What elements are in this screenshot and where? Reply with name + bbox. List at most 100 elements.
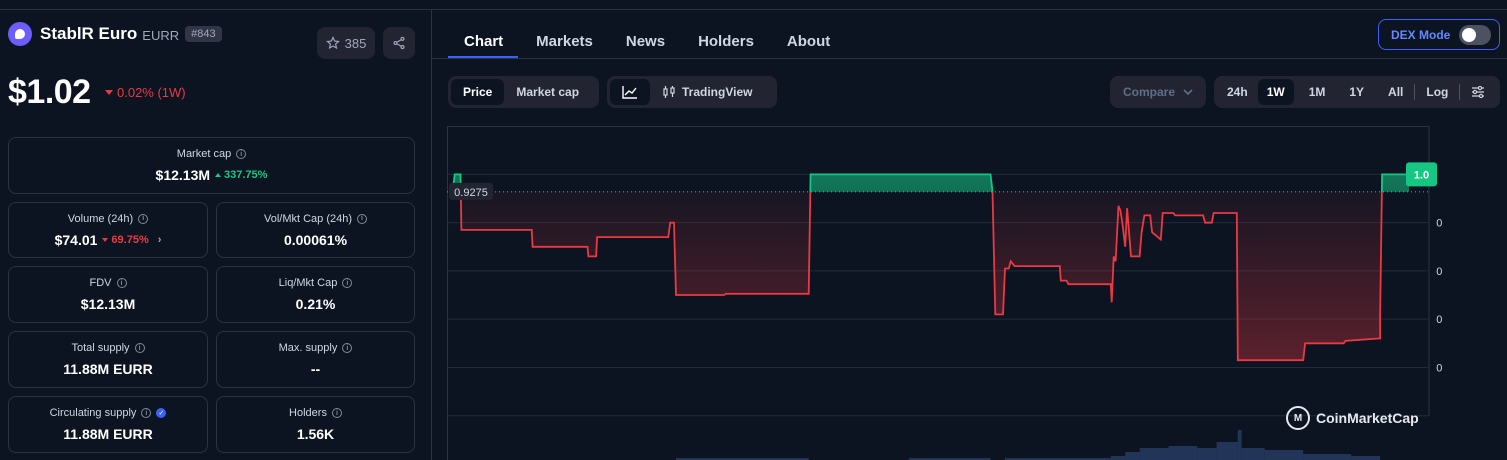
info-icon[interactable]: i xyxy=(342,343,353,353)
range-1y-button[interactable]: 1Y xyxy=(1340,79,1373,105)
volume-bar xyxy=(1216,442,1238,460)
info-icon[interactable]: i xyxy=(141,408,152,418)
info-icon[interactable]: i xyxy=(134,343,145,353)
volume-label: Volume (24h) xyxy=(67,212,134,225)
volume-change: 69.75% xyxy=(111,233,149,246)
total-supply-label: Total supply xyxy=(71,342,130,354)
vol-mkt-cap-label: Vol/Mkt Cap (24h) xyxy=(263,212,353,225)
holders-card: Holders i 1.56K xyxy=(216,396,415,453)
fdv-label: FDV xyxy=(89,277,112,289)
info-icon[interactable]: i xyxy=(236,149,247,159)
dex-mode-toggle[interactable]: DEX Mode xyxy=(1378,19,1500,50)
watermark: M CoinMarketCap xyxy=(1286,406,1419,430)
current-price-label: 1.0 xyxy=(1414,169,1429,181)
total-supply-card: Total supply i 11.88M EURR xyxy=(8,331,208,388)
max-supply-card: Max. supply i -- xyxy=(216,331,415,388)
up-triangle-icon xyxy=(215,173,222,177)
coin-price: $1.02 xyxy=(8,73,91,111)
tab-news[interactable]: News xyxy=(626,33,665,59)
tabs-divider xyxy=(432,58,1507,59)
compare-dropdown[interactable]: Compare xyxy=(1110,76,1206,108)
volume-bar xyxy=(1139,448,1169,460)
liq-mkt-cap-card: Liq/Mkt Cap i 0.21% xyxy=(216,266,415,323)
circulating-supply-card: Circulating supply i ✓ 11.88M EURR xyxy=(8,396,208,453)
info-icon[interactable]: i xyxy=(342,278,353,288)
coin-logo xyxy=(8,22,32,46)
watchlist-count: 385 xyxy=(344,35,367,51)
range-1m-button[interactable]: 1M xyxy=(1300,79,1335,105)
volume-bar xyxy=(1110,456,1126,460)
time-range-selector: 24h 1W 1M 1Y All Log xyxy=(1214,76,1500,108)
log-scale-button[interactable]: Log xyxy=(1417,79,1457,105)
circulating-supply-label: Circulating supply xyxy=(49,407,137,419)
down-triangle-icon xyxy=(105,90,113,95)
market-cap-label: Market cap xyxy=(176,148,232,160)
line-chart-icon xyxy=(622,86,637,99)
volume-value: $74.01 xyxy=(54,231,98,248)
dex-mode-label: DEX Mode xyxy=(1391,27,1451,42)
line-chart-button[interactable] xyxy=(610,79,650,105)
price-change: 0.02% (1W) xyxy=(105,85,186,100)
tab-about[interactable]: About xyxy=(787,33,830,59)
volume-bar xyxy=(1197,448,1217,460)
baseline-label: 0.9275 xyxy=(454,187,488,199)
coinmarketcap-logo-icon: M xyxy=(1286,406,1310,430)
market-cap-button[interactable]: Market cap xyxy=(504,79,591,105)
star-icon xyxy=(325,36,340,50)
y-tick-label: 0.60 xyxy=(1436,266,1443,278)
y-tick-label: 0.80 xyxy=(1436,218,1443,230)
volume-bar xyxy=(1125,452,1140,460)
tab-markets[interactable]: Markets xyxy=(536,33,593,59)
market-cap-card: Market cap i $12.13M 337.75% xyxy=(8,137,415,194)
max-supply-value: -- xyxy=(310,361,321,377)
range-1w-button[interactable]: 1W xyxy=(1257,79,1294,105)
watchlist-button[interactable]: 385 xyxy=(317,27,375,59)
range-divider xyxy=(1414,84,1416,100)
chart-settings-button[interactable] xyxy=(1462,79,1494,105)
coin-symbol: EURR xyxy=(142,27,180,43)
range-divider xyxy=(1459,84,1461,100)
chevron-down-icon xyxy=(1183,89,1193,96)
candlestick-icon xyxy=(663,86,675,98)
market-cap-value: $12.13M xyxy=(155,167,211,183)
fdv-value: $12.13M xyxy=(80,296,136,312)
price-change-value: 0.02% (1W) xyxy=(117,85,186,100)
holders-label: Holders xyxy=(289,407,327,419)
range-24h-button[interactable]: 24h xyxy=(1217,79,1258,105)
chevron-right-icon[interactable]: › xyxy=(158,234,162,246)
share-button[interactable] xyxy=(383,27,415,59)
max-supply-label: Max. supply xyxy=(278,342,338,354)
tab-holders[interactable]: Holders xyxy=(698,33,754,59)
sliders-icon xyxy=(1472,86,1485,98)
volume-bar xyxy=(1237,430,1242,460)
info-icon[interactable]: i xyxy=(138,213,149,224)
total-supply-value: 11.88M EURR xyxy=(63,361,153,377)
volume-bar xyxy=(1264,450,1304,460)
volume-bar xyxy=(1241,448,1265,460)
fdv-card: FDV i $12.13M xyxy=(8,266,208,323)
coin-header: StablR Euro EURR #843 xyxy=(8,22,222,46)
y-tick-label: 0.40 xyxy=(1436,314,1443,326)
info-icon[interactable]: i xyxy=(331,408,342,418)
volume-bar xyxy=(1303,454,1352,460)
market-cap-change: 337.75% xyxy=(224,169,268,181)
info-icon[interactable]: i xyxy=(116,278,127,288)
circulating-supply-value: 11.88M EURR xyxy=(63,426,153,442)
share-icon xyxy=(393,36,405,50)
info-icon[interactable]: i xyxy=(357,213,368,224)
range-all-button[interactable]: All xyxy=(1379,79,1412,105)
rank-badge: #843 xyxy=(185,26,222,42)
price-button[interactable]: Price xyxy=(451,79,505,105)
tradingview-button[interactable]: TradingView xyxy=(650,79,764,105)
watermark-text: CoinMarketCap xyxy=(1316,410,1419,426)
toggle-switch[interactable] xyxy=(1459,25,1491,45)
vol-mkt-cap-value: 0.00061% xyxy=(283,231,348,248)
liq-mkt-cap-label: Liq/Mkt Cap xyxy=(278,277,338,289)
volume-bar xyxy=(1351,456,1381,460)
compare-label: Compare xyxy=(1122,85,1175,99)
price-area-down xyxy=(460,191,1382,361)
tradingview-label: TradingView xyxy=(682,85,753,99)
volume-card[interactable]: Volume (24h) i $74.01 69.75% › xyxy=(8,202,208,258)
y-tick-label: 0.20 xyxy=(1436,362,1443,374)
liq-mkt-cap-value: 0.21% xyxy=(295,296,336,312)
